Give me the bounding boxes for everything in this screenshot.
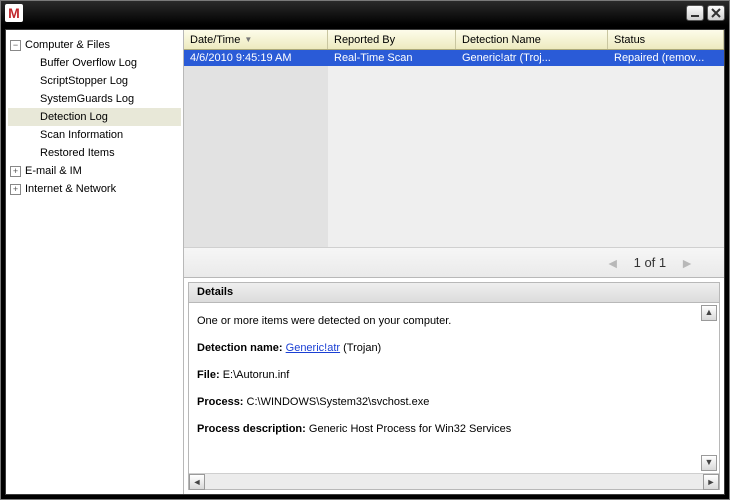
tree-item-restored-items[interactable]: Restored Items: [8, 144, 181, 162]
cell-detection-name: Generic!atr (Troj...: [456, 52, 608, 64]
details-body: ▲ One or more items were detected on you…: [189, 303, 719, 473]
minimize-button[interactable]: [686, 5, 704, 21]
detection-name-link[interactable]: Generic!atr: [286, 342, 340, 354]
page-prev-button[interactable]: ◄: [592, 255, 634, 271]
tree-item-scriptstopper[interactable]: ScriptStopper Log: [8, 72, 181, 90]
table-row[interactable]: 4/6/2010 9:45:19 AM Real-Time Scan Gener…: [184, 50, 724, 66]
minimize-icon: [690, 8, 700, 18]
col-header-detection-name[interactable]: Detection Name: [456, 30, 608, 49]
process-value: C:\WINDOWS\System32\svchost.exe: [247, 396, 430, 408]
tree-item-detection-log[interactable]: Detection Log: [8, 108, 181, 126]
cell-datetime: 4/6/2010 9:45:19 AM: [184, 52, 328, 64]
procdesc-value: Generic Host Process for Win32 Services: [309, 423, 511, 435]
procdesc-label: Process description:: [197, 423, 306, 435]
expand-icon[interactable]: +: [10, 166, 21, 177]
tree-item-buffer-overflow[interactable]: Buffer Overflow Log: [8, 54, 181, 72]
cell-status: Repaired (remov...: [608, 52, 724, 64]
scroll-right-button[interactable]: ►: [703, 474, 719, 490]
tree-group-label: Internet & Network: [25, 183, 116, 195]
details-file-line: File: E:\Autorun.inf: [197, 365, 697, 386]
detection-name-label: Detection name:: [197, 342, 283, 354]
file-value: E:\Autorun.inf: [223, 369, 290, 381]
main-panel: Date/Time ▼ Reported By Detection Name S…: [184, 30, 724, 494]
tree-group-email-im[interactable]: + E-mail & IM: [8, 162, 181, 180]
details-procdesc-line: Process description: Generic Host Proces…: [197, 419, 697, 440]
app-window: M − Computer & Files Buffer Overflow Log…: [0, 0, 730, 500]
details-process-line: Process: C:\WINDOWS\System32\svchost.exe: [197, 392, 697, 413]
col-header-label: Date/Time: [190, 34, 240, 46]
cell-reported-by: Real-Time Scan: [328, 52, 456, 64]
tree-group-label: E-mail & IM: [25, 165, 82, 177]
paginator: ◄ 1 of 1 ►: [184, 247, 724, 277]
page-indicator: 1 of 1: [634, 255, 667, 270]
expand-icon[interactable]: +: [10, 184, 21, 195]
inner-panel: − Computer & Files Buffer Overflow Log S…: [5, 29, 725, 495]
details-panel: Details ▲ One or more items were detecte…: [188, 282, 720, 490]
tree-group-internet-network[interactable]: + Internet & Network: [8, 180, 181, 198]
col-header-reported-by[interactable]: Reported By: [328, 30, 456, 49]
details-detection-line: Detection name: Generic!atr (Trojan): [197, 338, 697, 359]
sort-desc-icon: ▼: [244, 35, 252, 44]
page-next-button[interactable]: ►: [666, 255, 708, 271]
col-header-datetime[interactable]: Date/Time ▼: [184, 30, 328, 49]
scroll-down-button[interactable]: ▼: [701, 455, 717, 471]
scroll-up-button[interactable]: ▲: [701, 305, 717, 321]
scroll-track[interactable]: [205, 474, 703, 489]
close-button[interactable]: [707, 5, 725, 21]
collapse-icon[interactable]: −: [10, 40, 21, 51]
details-intro: One or more items were detected on your …: [197, 311, 697, 332]
sidebar: − Computer & Files Buffer Overflow Log S…: [6, 30, 184, 494]
app-logo: M: [5, 4, 23, 22]
tree-group-computer-files[interactable]: − Computer & Files: [8, 36, 181, 54]
log-list: Date/Time ▼ Reported By Detection Name S…: [184, 30, 724, 278]
horizontal-scrollbar: ◄ ►: [189, 473, 719, 489]
close-icon: [711, 8, 721, 18]
titlebar: M: [1, 1, 729, 25]
detection-type: (Trojan): [343, 342, 381, 354]
list-header: Date/Time ▼ Reported By Detection Name S…: [184, 30, 724, 50]
scroll-left-button[interactable]: ◄: [189, 474, 205, 490]
list-body[interactable]: 4/6/2010 9:45:19 AM Real-Time Scan Gener…: [184, 50, 724, 247]
tree-item-scan-information[interactable]: Scan Information: [8, 126, 181, 144]
tree-item-systemguards[interactable]: SystemGuards Log: [8, 90, 181, 108]
file-label: File:: [197, 369, 220, 381]
content-frame: − Computer & Files Buffer Overflow Log S…: [1, 25, 729, 499]
col-header-status[interactable]: Status: [608, 30, 724, 49]
process-label: Process:: [197, 396, 243, 408]
details-title: Details: [189, 283, 719, 303]
tree-group-label: Computer & Files: [25, 39, 110, 51]
